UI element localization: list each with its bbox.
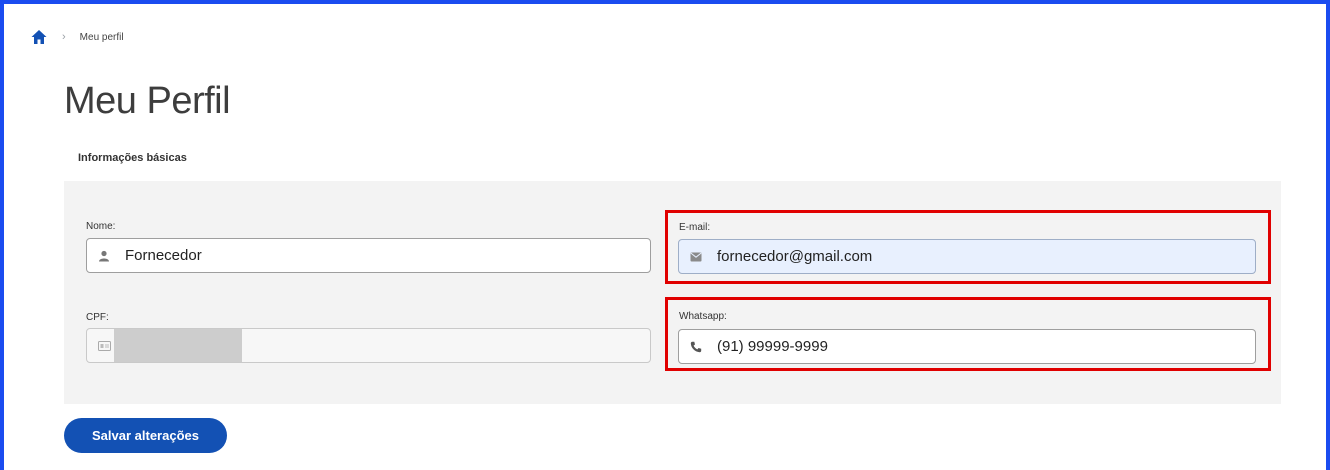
chevron-right-icon: › [62, 31, 66, 43]
breadcrumb-current: Meu perfil [79, 31, 124, 43]
user-icon [97, 249, 111, 263]
breadcrumb: › Meu perfil [30, 28, 124, 46]
cpf-label: CPF: [86, 312, 109, 323]
save-button[interactable]: Salvar alterações [64, 418, 227, 453]
page-title: Meu Perfil [64, 80, 231, 122]
whatsapp-highlight-box [665, 297, 1271, 371]
id-card-icon [97, 339, 111, 353]
nome-value: Fornecedor [125, 247, 202, 264]
nome-field[interactable]: Fornecedor [86, 238, 651, 273]
section-title: Informações básicas [78, 152, 187, 164]
cpf-redaction-mask [114, 329, 242, 362]
nome-label: Nome: [86, 221, 116, 232]
home-icon[interactable] [30, 28, 48, 46]
email-highlight-box [665, 210, 1271, 284]
